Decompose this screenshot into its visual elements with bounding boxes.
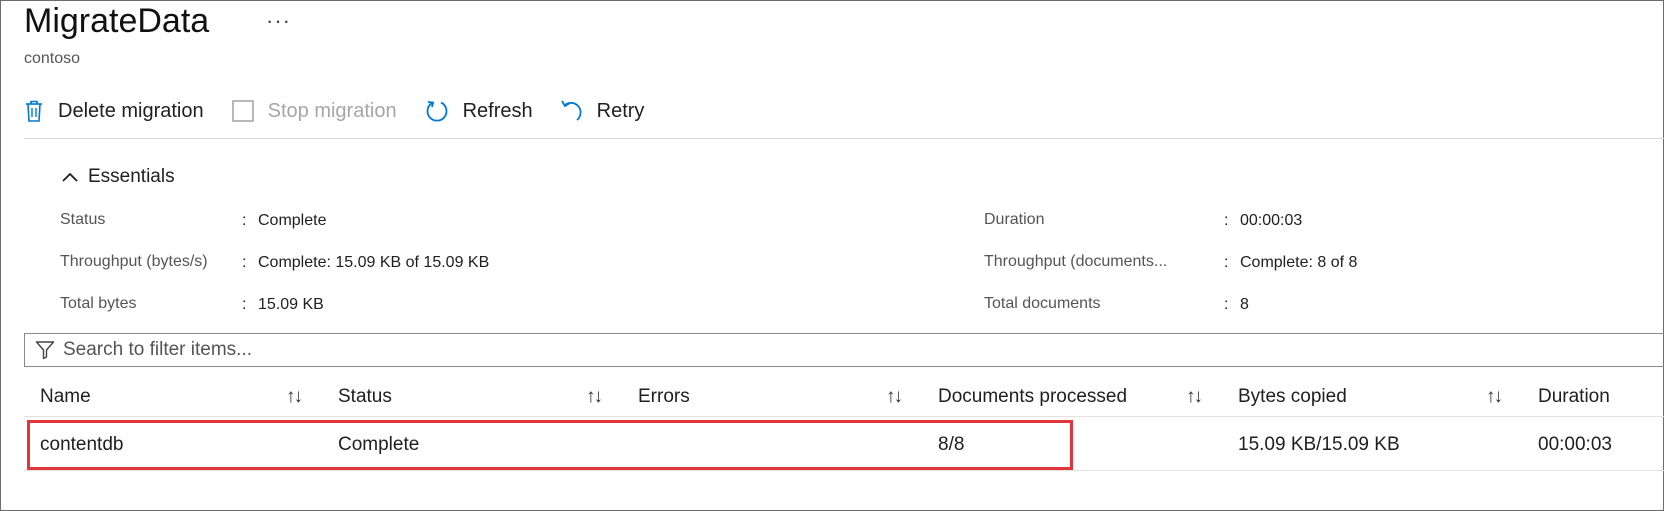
column-header-status[interactable]: Status xyxy=(338,386,392,408)
page-title: MigrateData xyxy=(24,2,210,40)
throughput-bytes-value: Complete: 15.09 KB of 15.09 KB xyxy=(258,254,490,271)
stop-migration-label: Stop migration xyxy=(267,99,397,122)
throughput-bytes-colon: : xyxy=(242,254,247,271)
column-header-duration[interactable]: Duration xyxy=(1538,386,1610,408)
column-header-errors[interactable]: Errors xyxy=(638,386,690,408)
table-header: Name ↑↓ Status ↑↓ Errors ↑↓ Documents pr… xyxy=(24,378,1664,417)
cell-bytes-copied: 15.09 KB/15.09 KB xyxy=(1238,434,1400,455)
duration-colon: : xyxy=(1224,212,1229,229)
delete-migration-button[interactable]: Delete migration xyxy=(24,99,204,123)
refresh-icon xyxy=(425,99,449,123)
essentials-toggle[interactable]: Essentials xyxy=(62,166,175,188)
filter-search-box[interactable] xyxy=(24,333,1664,367)
stop-migration-button[interactable]: Stop migration xyxy=(231,99,397,123)
status-label: Status xyxy=(60,211,106,228)
page-subtitle: contoso xyxy=(24,50,81,67)
column-header-bytes-copied[interactable]: Bytes copied xyxy=(1238,386,1347,408)
total-documents-value: 8 xyxy=(1240,296,1249,313)
sort-bytes-icon[interactable]: ↑↓ xyxy=(1486,386,1503,408)
filter-icon xyxy=(35,341,55,360)
essentials-label: Essentials xyxy=(88,166,175,187)
duration-value: 00:00:03 xyxy=(1240,212,1303,229)
retry-button[interactable]: Retry xyxy=(560,99,645,123)
throughput-bytes-label: Throughput (bytes/s) xyxy=(60,253,208,270)
column-header-documents-processed[interactable]: Documents processed xyxy=(938,386,1127,408)
cell-duration: 00:00:03 xyxy=(1538,434,1612,455)
refresh-label: Refresh xyxy=(462,99,533,122)
total-bytes-colon: : xyxy=(242,296,247,313)
sort-documents-icon[interactable]: ↑↓ xyxy=(1186,386,1203,408)
delete-migration-label: Delete migration xyxy=(58,99,204,122)
duration-label: Duration xyxy=(984,211,1045,228)
retry-icon xyxy=(560,99,583,123)
retry-label: Retry xyxy=(596,99,645,122)
throughput-documents-label: Throughput (documents... xyxy=(984,253,1168,270)
status-value: Complete xyxy=(258,212,327,229)
total-bytes-value: 15.09 KB xyxy=(258,296,324,313)
toolbar-divider xyxy=(24,138,1664,139)
sort-name-icon[interactable]: ↑↓ xyxy=(286,386,303,408)
sort-errors-icon[interactable]: ↑↓ xyxy=(886,386,903,408)
command-bar: Delete migration Stop migration Refresh … xyxy=(24,93,672,129)
refresh-button[interactable]: Refresh xyxy=(425,99,533,123)
total-documents-label: Total documents xyxy=(984,295,1101,312)
trash-icon xyxy=(24,99,44,123)
more-options-button[interactable]: ··· xyxy=(266,8,291,34)
column-header-name[interactable]: Name xyxy=(40,386,91,408)
sort-status-icon[interactable]: ↑↓ xyxy=(586,386,603,408)
search-input[interactable] xyxy=(61,338,1565,362)
throughput-documents-colon: : xyxy=(1224,254,1229,271)
throughput-documents-value: Complete: 8 of 8 xyxy=(1240,254,1358,271)
stop-icon xyxy=(231,100,254,122)
chevron-up-icon xyxy=(62,172,78,182)
total-bytes-label: Total bytes xyxy=(60,295,137,312)
row-highlight-box xyxy=(27,420,1073,470)
status-colon: : xyxy=(242,212,247,229)
total-documents-colon: : xyxy=(1224,296,1229,313)
